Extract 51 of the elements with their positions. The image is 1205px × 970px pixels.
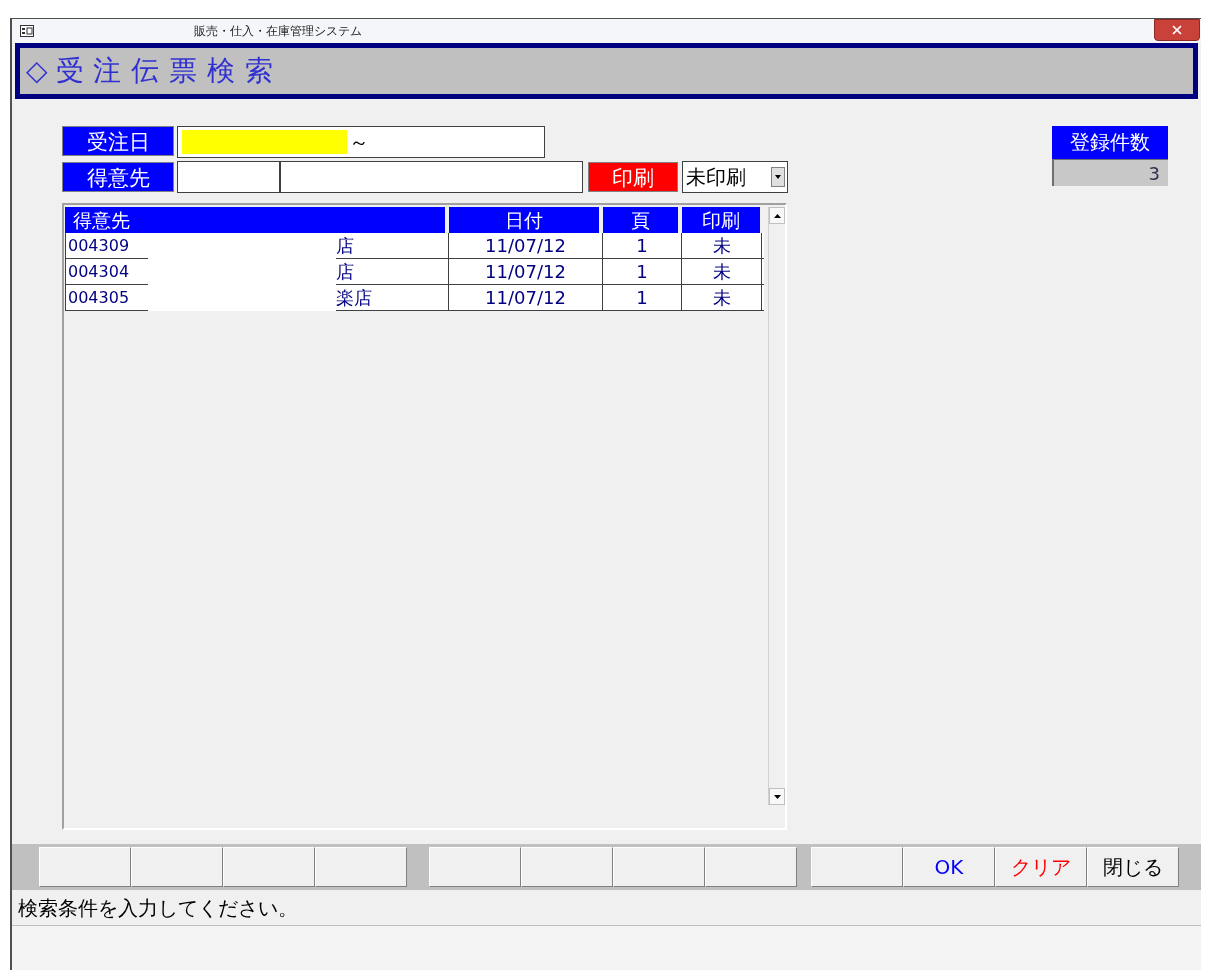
table-cell-text: 楽店 bbox=[336, 286, 372, 310]
close-icon bbox=[1170, 23, 1184, 37]
date-range-field[interactable]: ～ bbox=[177, 126, 545, 158]
function-key[interactable] bbox=[315, 846, 407, 887]
function-key[interactable]: OK bbox=[903, 846, 995, 887]
function-key[interactable] bbox=[705, 846, 797, 887]
table-cell: 1 bbox=[603, 259, 682, 284]
scroll-up-icon[interactable] bbox=[769, 207, 785, 224]
scroll-down-icon[interactable] bbox=[769, 788, 785, 805]
count-value: 3 bbox=[1052, 159, 1168, 186]
table-cell: 1 bbox=[603, 285, 682, 310]
table-cell-text: 店 bbox=[336, 260, 354, 284]
function-key[interactable]: 閉じる bbox=[1087, 846, 1179, 887]
function-key[interactable] bbox=[223, 846, 315, 887]
function-key[interactable] bbox=[131, 846, 223, 887]
column-header: 得意先 bbox=[65, 207, 445, 233]
table-cell: 未 bbox=[682, 259, 762, 284]
app-icon bbox=[20, 25, 34, 37]
table-cell-text: 004305 bbox=[67, 286, 131, 309]
table-cell: 11/07/12 bbox=[449, 285, 603, 310]
field-label: 印刷 bbox=[588, 162, 678, 192]
customer-code-field[interactable] bbox=[177, 161, 280, 193]
column-header: 印刷 bbox=[682, 207, 760, 233]
function-key[interactable] bbox=[429, 846, 521, 887]
print-dropdown[interactable]: 未印刷 bbox=[682, 161, 788, 193]
table-cell-text: 004309 bbox=[67, 234, 131, 257]
function-key[interactable] bbox=[811, 846, 903, 887]
range-separator: ～ bbox=[349, 129, 369, 156]
function-key[interactable] bbox=[39, 846, 131, 887]
diamond-icon: ◇ bbox=[26, 50, 48, 92]
scrollbar[interactable] bbox=[768, 207, 785, 805]
function-key[interactable] bbox=[613, 846, 705, 887]
table-cell: 1 bbox=[603, 233, 682, 258]
window-title: 販売・仕入・在庫管理システム bbox=[194, 23, 362, 40]
table-cell: 11/07/12 bbox=[449, 259, 603, 284]
count-label: 登録件数 bbox=[1052, 126, 1168, 159]
table-cell: 未 bbox=[682, 285, 762, 310]
column-header: 日付 bbox=[449, 207, 599, 233]
table-cell: 未 bbox=[682, 233, 762, 258]
table-cell-text: 店 bbox=[336, 234, 354, 258]
column-header: 頁 bbox=[603, 207, 678, 233]
table-cell-text: 004304 bbox=[67, 260, 131, 283]
table-cell: 11/07/12 bbox=[449, 233, 603, 258]
header-title: 受注伝票検索 bbox=[55, 53, 283, 89]
customer-name-field[interactable] bbox=[280, 161, 583, 193]
status-message: 検索条件を入力してください。 bbox=[18, 894, 298, 922]
function-key[interactable]: クリア bbox=[995, 846, 1087, 887]
field-label: 受注日 bbox=[62, 126, 174, 156]
close-button[interactable] bbox=[1154, 19, 1200, 41]
function-key[interactable] bbox=[521, 846, 613, 887]
field-label: 得意先 bbox=[62, 162, 174, 192]
